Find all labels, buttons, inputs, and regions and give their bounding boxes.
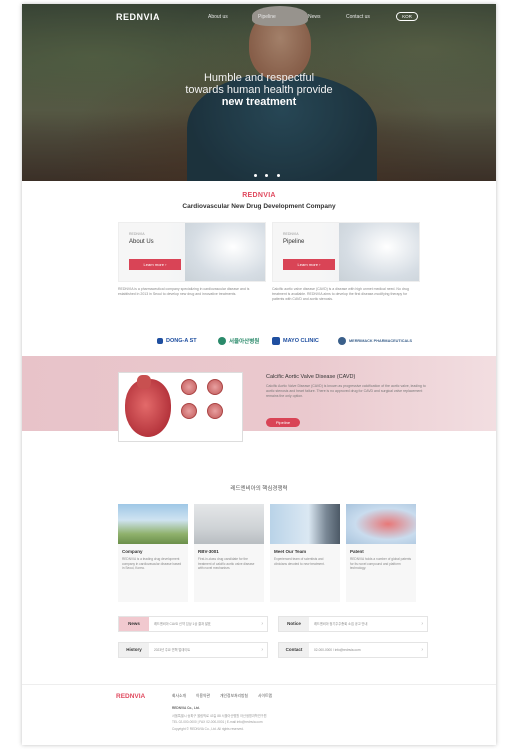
lab-image (339, 223, 419, 281)
valve-icon (207, 379, 223, 395)
footer-address: 서울특별시 송파구 올림픽로 43길 88 서울아산병원 아산생명과학연구원 (172, 714, 267, 718)
core-title: 레드엔비아의 핵심경쟁력 (230, 486, 288, 492)
section-title: Cardiovascular New Drug Development Comp… (182, 203, 336, 210)
chevron-right-icon: › (421, 647, 423, 653)
lab-sample-image (346, 504, 416, 544)
tile-company[interactable]: Company REDNVIA is a leading drug develo… (118, 504, 188, 602)
language-button[interactable]: KOR (396, 12, 418, 21)
section-brand: REDNVIA (242, 192, 276, 199)
hero-headline-3: new treatment (221, 96, 297, 108)
footer-link-privacy[interactable]: 개인정보처리방침 (220, 694, 248, 699)
valve-icon (181, 403, 197, 419)
about-description: REDNVIA is a pharmaceutical company spec… (118, 287, 250, 296)
footer-copyright: Copyright © REDNVIA Co., Ltd. All rights… (172, 727, 244, 731)
history-row[interactable]: History 2023년 주요 연혁 업데이트 › (118, 642, 268, 658)
chevron-right-icon: › (421, 621, 423, 627)
top-nav: REDNVIA About us Pipeline News Contact u… (22, 12, 496, 26)
partner-logo-merrimack: MERRIMACK PHARMACEUTICALS (338, 334, 412, 348)
donga-icon (157, 338, 163, 344)
asan-icon (218, 337, 226, 345)
partner-logo-donga: DONG-A ST (157, 334, 197, 348)
valve-icon (181, 379, 197, 395)
hero-headline-1: Humble and respectful (203, 72, 315, 84)
footer-link-terms[interactable]: 이용약관 (196, 694, 210, 699)
building-image (118, 504, 188, 544)
notice-row[interactable]: Notice 레드엔비아 정기주주총회 소집 공고 안내 › (278, 616, 428, 632)
pipeline-card[interactable]: REDNVIA Pipeline Learn more › (272, 222, 420, 282)
about-learn-more-button[interactable]: Learn more › (129, 259, 181, 270)
nav-item-news[interactable]: News (308, 14, 321, 20)
footer-company: REDNVIA Co., Ltd. (172, 706, 200, 710)
footer-logo[interactable]: REDNVIA (116, 693, 145, 700)
footer-contact: TEL 02-000-0000 | FAX 02-000-0001 | E-ma… (172, 720, 263, 724)
footer-link-company[interactable]: 회사소개 (172, 694, 186, 699)
logo[interactable]: REDNVIA (116, 12, 160, 22)
pipeline-description: Calcific aortic valve disease (CAVD) is … (272, 287, 409, 301)
merrimack-icon (338, 337, 346, 345)
product-image (194, 504, 264, 544)
partner-logo-mayo: MAYO CLINIC (272, 334, 319, 348)
cavd-title: Calcific Aortic Valve Disease (CAVD) (266, 374, 356, 380)
footer-link-sitemap[interactable]: 사이트맵 (258, 694, 272, 699)
pipeline-card-title: Pipeline (283, 239, 305, 245)
lab-image (185, 223, 265, 281)
hero-banner: REDNVIA About us Pipeline News Contact u… (22, 4, 496, 181)
cavd-description: Calcific Aortic Valve Disease (CAVD) is … (266, 384, 426, 398)
pipeline-learn-more-button[interactable]: Learn more › (283, 259, 335, 270)
mayo-icon (272, 337, 280, 345)
web-page: REDNVIA About us Pipeline News Contact u… (22, 4, 496, 745)
tile-rbv[interactable]: RBV-3001 First-in-class drug candidate f… (194, 504, 264, 602)
hero-headline-2: towards human health provide (185, 84, 333, 96)
news-row[interactable]: News 레드엔비아 CAVD 신약 임상 1상 결과 발표 › (118, 616, 268, 632)
heart-illustration (118, 372, 243, 442)
nav-item-pipeline[interactable]: Pipeline (258, 14, 276, 20)
carousel-dot[interactable] (254, 174, 257, 177)
footer: REDNVIA 회사소개 이용약관 개인정보처리방침 사이트맵 REDNVIA … (22, 684, 496, 745)
carousel-dot[interactable] (276, 174, 280, 177)
chevron-right-icon: › (261, 621, 263, 627)
partner-logos: DONG-A ST 서울아산병원 MAYO CLINIC MERRIMACK P… (22, 334, 496, 350)
cavd-pipeline-button[interactable]: Pipeline (266, 418, 300, 427)
valve-icon (207, 403, 223, 419)
team-photo (270, 504, 340, 544)
partner-logo-asan: 서울아산병원 (218, 334, 259, 348)
about-card-title: About Us (129, 239, 154, 245)
tile-team[interactable]: Meet Our Team Experienced team of scient… (270, 504, 340, 602)
tile-patent[interactable]: Patent REDNVIA holds a number of global … (346, 504, 416, 602)
nav-item-about[interactable]: About us (208, 14, 228, 20)
chevron-right-icon: › (261, 647, 263, 653)
carousel-dots (252, 164, 282, 181)
about-card[interactable]: REDNVIA About Us Learn more › (118, 222, 266, 282)
contact-row[interactable]: Contact 02-000-0000 / info@rednvia.com › (278, 642, 428, 658)
nav-item-contact[interactable]: Contact us (346, 14, 370, 20)
carousel-dot[interactable] (265, 174, 269, 177)
